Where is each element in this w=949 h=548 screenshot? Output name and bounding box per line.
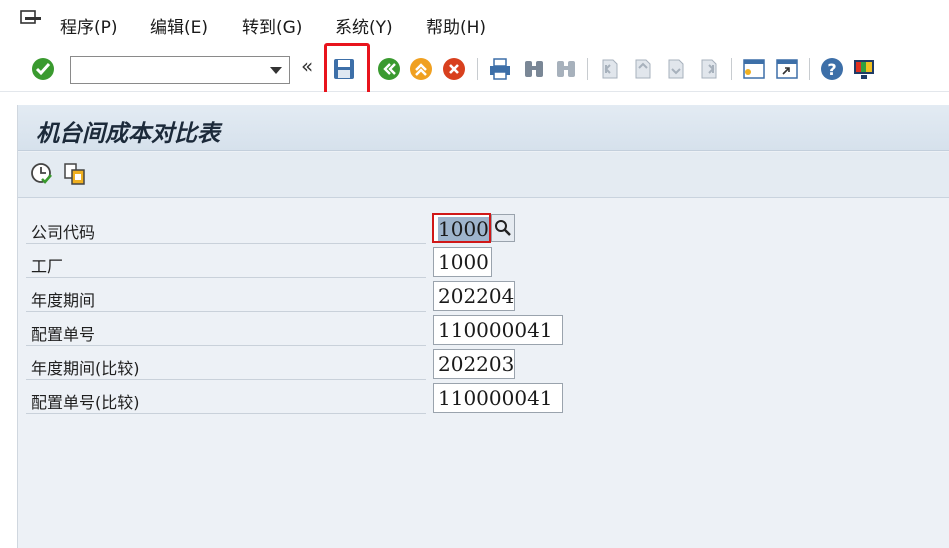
fiscal-period-compare-label: 年度期间(比较): [31, 359, 140, 378]
menu-edit[interactable]: 编辑(E): [150, 13, 208, 38]
form-row-plant: 工厂: [26, 244, 426, 278]
menu-goto[interactable]: 转到(G): [242, 13, 302, 38]
config-number-input[interactable]: 110000041: [433, 315, 563, 345]
form-row-config-number: 配置单号: [26, 312, 426, 346]
selection-screen: 机台间成本对比表 公司代码 1000 工厂 1000 年度期间 202204 配…: [17, 105, 949, 548]
menu-help[interactable]: 帮助(H): [426, 13, 486, 38]
search-help-button[interactable]: [491, 214, 515, 242]
create-session-icon[interactable]: [741, 56, 767, 82]
toolbar-separator: [809, 58, 810, 80]
fiscal-period-value: 202204: [438, 284, 515, 308]
menu-bar: 程序(P) 编辑(E) 转到(G) 系统(Y) 帮助(H): [0, 0, 949, 46]
plant-input[interactable]: 1000: [433, 247, 492, 277]
form-row-fiscal-period-compare: 年度期间(比较): [26, 346, 426, 380]
toolbar-separator: [477, 58, 478, 80]
standard-toolbar: « ?: [0, 46, 949, 92]
plant-label: 工厂: [31, 257, 64, 276]
company-code-input[interactable]: 1000: [432, 213, 491, 243]
config-number-compare-label: 配置单号(比较): [31, 393, 140, 412]
main-area: 机台间成本对比表 公司代码 1000 工厂 1000 年度期间 202204 配…: [0, 92, 949, 548]
plant-value: 1000: [438, 250, 489, 274]
toolbar-separator: [587, 58, 588, 80]
exit-icon[interactable]: [408, 56, 434, 82]
print-icon[interactable]: [487, 56, 513, 82]
menu-program[interactable]: 程序(P): [60, 13, 118, 38]
fiscal-period-compare-input[interactable]: 202203: [433, 349, 515, 379]
help-icon[interactable]: ?: [819, 56, 845, 82]
variant-icon[interactable]: [63, 162, 87, 186]
title-bar: 机台间成本对比表: [18, 105, 949, 151]
command-field[interactable]: [70, 56, 290, 84]
cancel-icon[interactable]: [441, 56, 467, 82]
fiscal-period-input[interactable]: 202204: [433, 281, 515, 311]
next-page-icon[interactable]: [663, 56, 689, 82]
config-number-value: 110000041: [438, 318, 553, 342]
customize-layout-icon[interactable]: [851, 56, 877, 82]
find-next-icon[interactable]: [553, 56, 579, 82]
page-title: 机台间成本对比表: [36, 120, 220, 147]
execute-icon[interactable]: [30, 162, 54, 186]
menu-system[interactable]: 系统(Y): [335, 13, 393, 38]
previous-page-icon[interactable]: [630, 56, 656, 82]
config-number-label: 配置单号: [31, 325, 96, 344]
first-page-icon[interactable]: [597, 56, 623, 82]
find-icon[interactable]: [521, 56, 547, 82]
config-number-compare-input[interactable]: 110000041: [433, 383, 563, 413]
form-row-company-code: 公司代码: [26, 210, 426, 244]
fiscal-period-label: 年度期间: [31, 291, 96, 310]
system-menu-icon[interactable]: [20, 10, 42, 30]
enter-check-icon[interactable]: [30, 56, 56, 82]
toolbar-separator: [731, 58, 732, 80]
fiscal-period-compare-value: 202203: [438, 352, 515, 376]
command-dropdown-icon[interactable]: [270, 67, 282, 74]
collapse-icon[interactable]: «: [301, 54, 313, 78]
application-toolbar: [18, 152, 949, 198]
last-page-icon[interactable]: [696, 56, 722, 82]
config-number-compare-value: 110000041: [438, 386, 553, 410]
back-icon[interactable]: [376, 56, 402, 82]
form-row-config-number-compare: 配置单号(比较): [26, 380, 426, 414]
svg-text:?: ?: [827, 60, 836, 79]
save-highlight-box: [324, 43, 370, 99]
shortcut-icon[interactable]: [774, 56, 800, 82]
form-row-fiscal-period: 年度期间: [26, 278, 426, 312]
company-code-label: 公司代码: [31, 223, 96, 242]
company-code-value: 1000: [438, 217, 489, 241]
